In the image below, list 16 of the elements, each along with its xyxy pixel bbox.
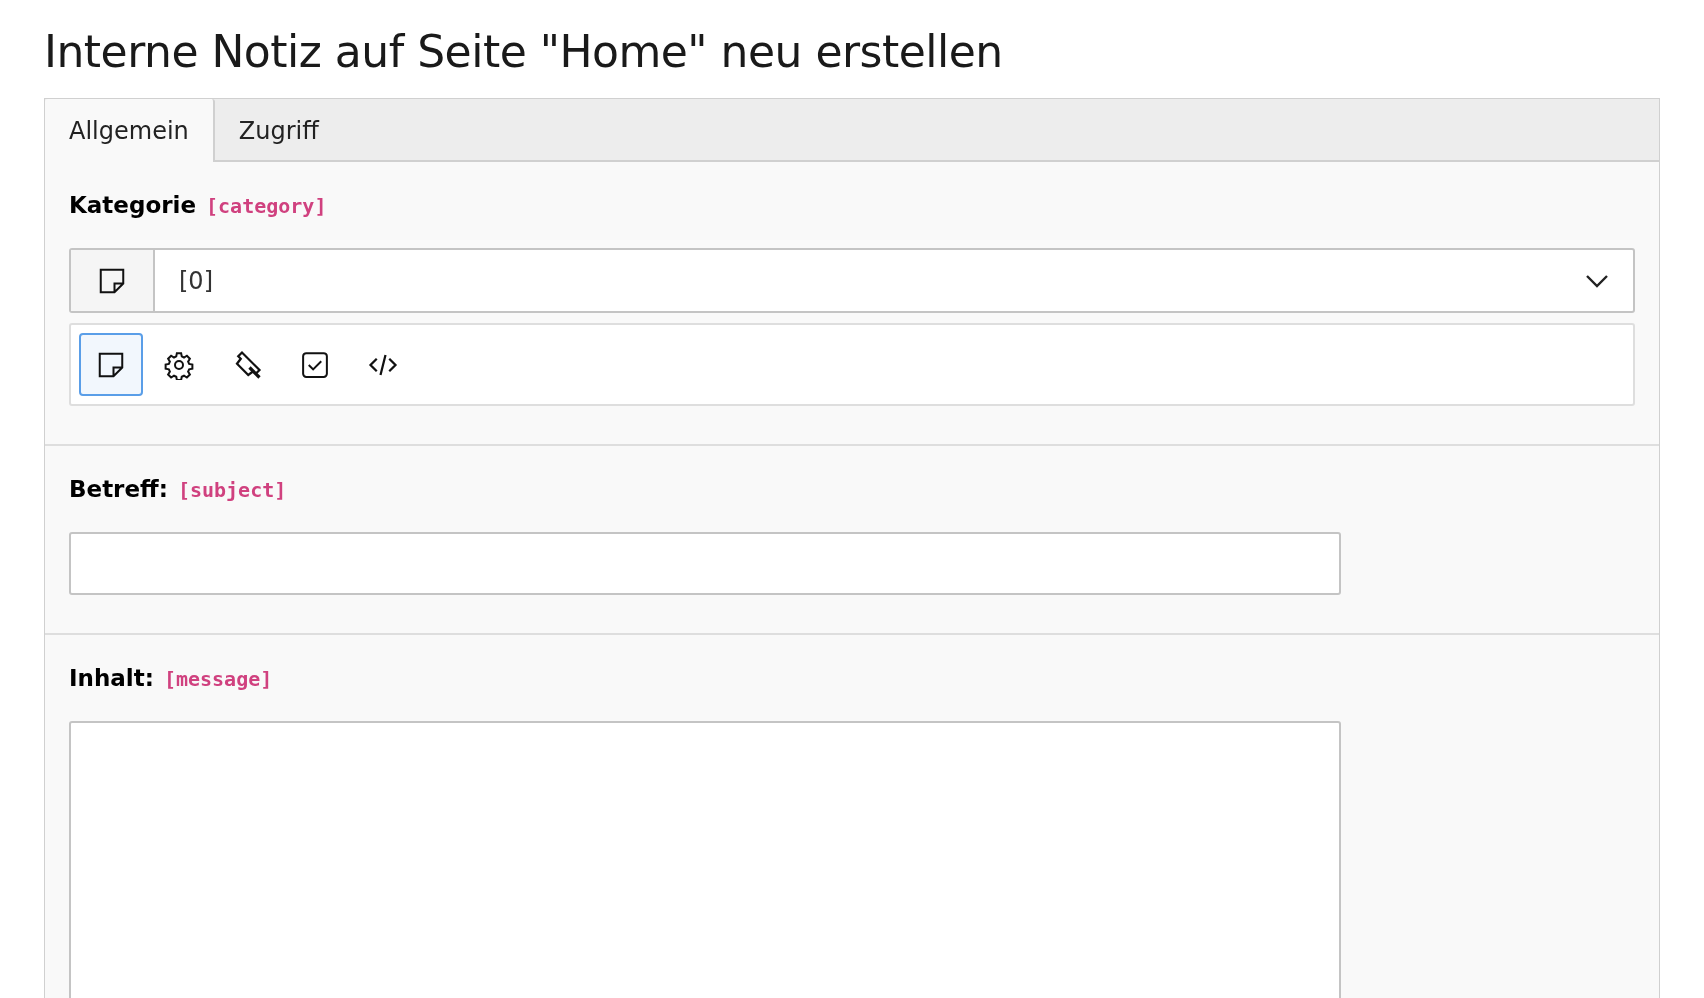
icon-option[interactable] (79, 333, 143, 397)
field-identifier: [subject] (177, 478, 287, 503)
chevron-down-icon (1585, 273, 1609, 288)
input-field[interactable] (69, 532, 1341, 596)
category-select[interactable]: [0] (69, 248, 1635, 314)
page-title: Interne Notiz auf Seite "Home" neu erstellen (44, 28, 1004, 77)
tab[interactable]: Zugriff (214, 99, 345, 163)
select-value: [0] (179, 266, 213, 295)
field-label: Inhalt: (69, 665, 154, 692)
checkbox-icon (300, 349, 330, 380)
field-label: Kategorie (69, 192, 197, 219)
settings-icon (164, 349, 194, 380)
field-identifier: [category] (206, 194, 327, 219)
field-label: Betreff: (69, 476, 168, 503)
tab[interactable]: Allgemein (45, 99, 215, 163)
field-identifier: [message] (163, 667, 273, 692)
